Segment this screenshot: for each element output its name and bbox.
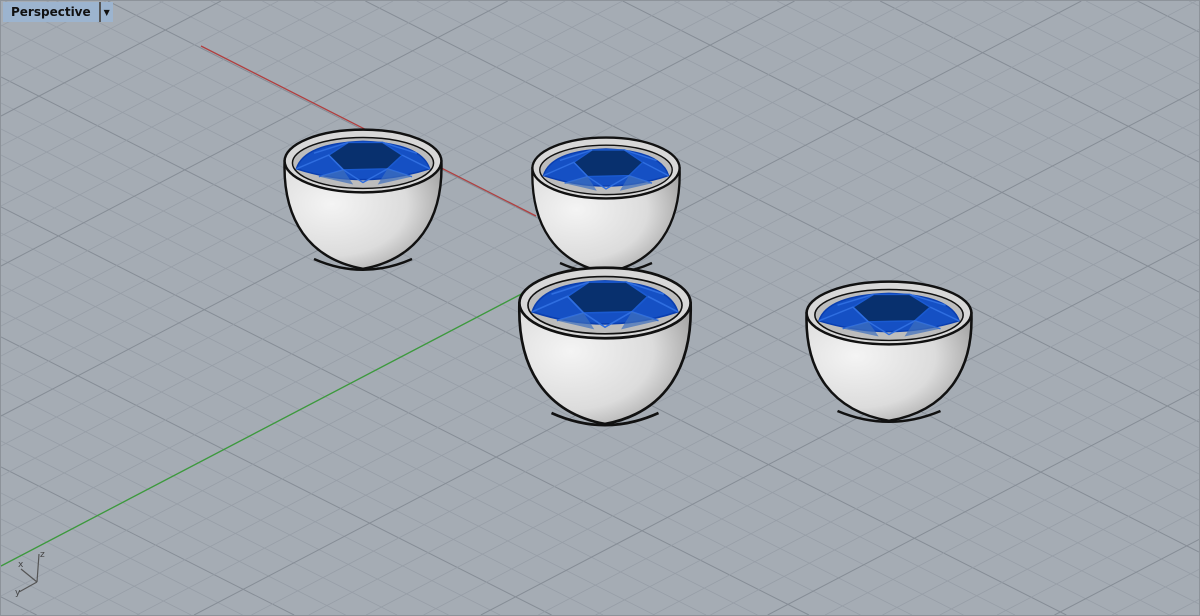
grid-line bbox=[365, 1, 1199, 423]
viewport-menu-button[interactable]: ▼ bbox=[98, 2, 113, 22]
grid-line bbox=[1, 1, 508, 267]
grid-line bbox=[828, 1, 1199, 189]
grid-line bbox=[931, 1, 1199, 137]
triangle-down-icon: ▼ bbox=[103, 7, 110, 17]
gizmo-x-label: x bbox=[18, 560, 24, 570]
grid-line bbox=[1, 518, 192, 615]
gizmo-y-label: y bbox=[15, 588, 21, 598]
grid-line bbox=[1, 1, 967, 507]
grid-line bbox=[308, 149, 1199, 615]
grid-line bbox=[1, 492, 243, 615]
grid-line bbox=[997, 509, 1199, 615]
grid-line bbox=[423, 209, 1199, 615]
grid-line bbox=[939, 479, 1199, 615]
cup-gem-1[interactable] bbox=[283, 128, 443, 272]
grid-line bbox=[1, 1, 279, 147]
grid-line bbox=[710, 359, 1199, 615]
grid-line bbox=[1, 180, 861, 615]
3d-scene[interactable]: z x y bbox=[1, 1, 1199, 615]
cup-gem-4[interactable] bbox=[805, 280, 973, 424]
grid-line bbox=[1169, 599, 1199, 615]
grid-line bbox=[1, 310, 604, 615]
grid-line bbox=[767, 388, 1199, 615]
y-axis-line bbox=[1, 288, 532, 567]
grid-line bbox=[882, 449, 1199, 615]
grid-line bbox=[1054, 538, 1199, 615]
grid-line bbox=[1, 1, 1025, 537]
gizmo-z-label: z bbox=[40, 550, 45, 560]
grid-line bbox=[1, 1, 566, 297]
grid-line bbox=[1, 154, 913, 615]
grid-line bbox=[1, 336, 552, 615]
grid-line bbox=[1, 440, 346, 615]
viewport-title-tab[interactable]: Perspective ▼ bbox=[3, 2, 113, 22]
grid-line bbox=[1, 362, 501, 615]
perspective-viewport[interactable]: z x y Perspective ▼ bbox=[0, 0, 1200, 616]
viewport-title[interactable]: Perspective bbox=[3, 5, 99, 19]
cup-gem-2[interactable] bbox=[531, 136, 681, 275]
grid-line bbox=[1, 596, 37, 615]
grid-line bbox=[824, 419, 1199, 615]
grid-line bbox=[1137, 1, 1199, 33]
grid-line bbox=[1, 388, 449, 615]
grid-line bbox=[159, 1, 1199, 527]
